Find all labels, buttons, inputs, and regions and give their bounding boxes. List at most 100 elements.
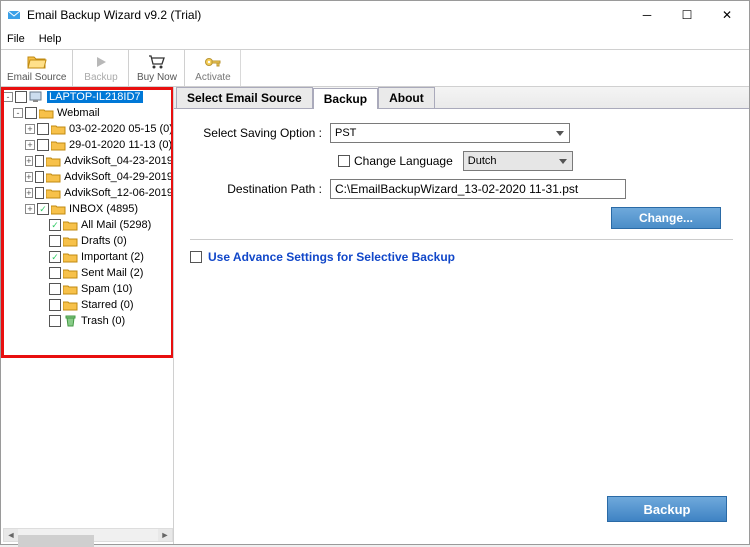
advance-settings-checkbox[interactable] bbox=[190, 251, 202, 263]
checkbox[interactable] bbox=[49, 283, 61, 295]
tree-label: Drafts (0) bbox=[81, 235, 127, 247]
folder-tree-sidebar: - LAPTOP-IL218ID7 - Webmail +03-02-2020 … bbox=[1, 87, 174, 544]
menu-file[interactable]: File bbox=[7, 33, 25, 45]
tree-item[interactable]: +AdvikSoft_04-23-2019 bbox=[3, 153, 173, 169]
tree-item[interactable]: Important (2) bbox=[3, 249, 173, 265]
expand-icon[interactable]: + bbox=[25, 124, 35, 134]
tree-item[interactable]: +29-01-2020 11-13 (0) bbox=[3, 137, 173, 153]
folder-tree: - LAPTOP-IL218ID7 - Webmail +03-02-2020 … bbox=[1, 87, 173, 331]
minimize-button[interactable]: ─ bbox=[627, 3, 667, 27]
tree-item[interactable]: Sent Mail (2) bbox=[3, 265, 173, 281]
folder-icon bbox=[39, 107, 54, 119]
tree-label: 29-01-2020 11-13 (0) bbox=[69, 139, 172, 151]
backup-button[interactable]: Backup bbox=[607, 496, 727, 522]
destination-input[interactable] bbox=[330, 179, 626, 199]
checkbox[interactable] bbox=[49, 219, 61, 231]
checkbox[interactable] bbox=[35, 187, 44, 199]
spacer bbox=[37, 252, 47, 262]
expand-icon[interactable]: + bbox=[25, 156, 33, 166]
checkbox[interactable] bbox=[35, 171, 44, 183]
checkbox[interactable] bbox=[49, 251, 61, 263]
checkbox[interactable] bbox=[49, 235, 61, 247]
tree-item[interactable]: Starred (0) bbox=[3, 297, 173, 313]
folder-icon bbox=[46, 155, 61, 167]
toolbtn-email-source[interactable]: Email Source bbox=[1, 50, 73, 86]
spacer bbox=[37, 220, 47, 230]
spacer bbox=[37, 284, 47, 294]
tree-item[interactable]: +AdvikSoft_04-29-2019 bbox=[3, 169, 173, 185]
app-window: Email Backup Wizard v9.2 (Trial) ─ ☐ ✕ F… bbox=[0, 0, 750, 545]
titlebar: Email Backup Wizard v9.2 (Trial) ─ ☐ ✕ bbox=[1, 1, 749, 29]
saving-option-select[interactable]: PST bbox=[330, 123, 570, 143]
spacer bbox=[37, 268, 47, 278]
tree-label: Starred (0) bbox=[81, 299, 134, 311]
scroll-thumb[interactable] bbox=[18, 535, 94, 547]
change-language-label: Change Language bbox=[354, 154, 453, 168]
tab-about[interactable]: About bbox=[378, 87, 435, 108]
tree-item[interactable]: All Mail (5298) bbox=[3, 217, 173, 233]
folder-icon bbox=[63, 283, 78, 295]
collapse-icon[interactable]: - bbox=[3, 92, 13, 102]
toolbtn-label: Email Source bbox=[7, 72, 66, 83]
checkbox[interactable] bbox=[25, 107, 37, 119]
close-button[interactable]: ✕ bbox=[707, 3, 747, 27]
expand-icon[interactable]: + bbox=[25, 188, 33, 198]
tree-webmail[interactable]: - Webmail bbox=[3, 105, 173, 121]
toolbtn-backup[interactable]: Backup bbox=[73, 50, 129, 86]
expand-icon[interactable]: + bbox=[25, 204, 35, 214]
window-controls: ─ ☐ ✕ bbox=[627, 3, 747, 27]
checkbox[interactable] bbox=[37, 203, 49, 215]
folder-icon bbox=[51, 203, 66, 215]
row-change-btn: Change... bbox=[190, 203, 733, 229]
checkbox[interactable] bbox=[49, 299, 61, 311]
expand-icon[interactable]: + bbox=[25, 172, 33, 182]
toolbtn-buy-now[interactable]: Buy Now bbox=[129, 50, 185, 86]
folder-icon bbox=[46, 187, 61, 199]
checkbox[interactable] bbox=[49, 315, 61, 327]
tree-label: LAPTOP-IL218ID7 bbox=[47, 91, 143, 103]
toolbar: Email Source Backup Buy Now Activate bbox=[1, 49, 749, 87]
change-button[interactable]: Change... bbox=[611, 207, 721, 229]
toolbtn-label: Activate bbox=[195, 72, 231, 83]
row-change-language: Change Language Dutch bbox=[190, 151, 733, 171]
saving-option-label: Select Saving Option : bbox=[190, 126, 330, 140]
tab-strip: Select Email Source Backup About bbox=[174, 87, 749, 109]
folder-icon bbox=[63, 235, 78, 247]
tree-root[interactable]: - LAPTOP-IL218ID7 bbox=[3, 89, 173, 105]
tree-label: AdvikSoft_12-06-2019 bbox=[64, 187, 173, 199]
key-icon bbox=[204, 53, 222, 71]
tree-item[interactable]: Spam (10) bbox=[3, 281, 173, 297]
horizontal-scrollbar[interactable]: ◄ ► bbox=[3, 528, 173, 542]
folder-icon bbox=[46, 171, 61, 183]
backup-form: Select Saving Option : PST Change Langua… bbox=[174, 109, 749, 278]
tree-item[interactable]: +03-02-2020 05-15 (0) bbox=[3, 121, 173, 137]
language-select[interactable]: Dutch bbox=[463, 151, 573, 171]
body: - LAPTOP-IL218ID7 - Webmail +03-02-2020 … bbox=[1, 87, 749, 544]
cart-icon bbox=[148, 53, 166, 71]
row-saving-option: Select Saving Option : PST bbox=[190, 123, 733, 143]
checkbox[interactable] bbox=[35, 155, 44, 167]
change-language-checkbox[interactable] bbox=[338, 155, 350, 167]
tab-backup[interactable]: Backup bbox=[313, 88, 378, 109]
spacer bbox=[37, 236, 47, 246]
tree-item[interactable]: Trash (0) bbox=[3, 313, 173, 329]
scroll-left-arrow[interactable]: ◄ bbox=[4, 529, 18, 541]
tree-item[interactable]: Drafts (0) bbox=[3, 233, 173, 249]
checkbox[interactable] bbox=[15, 91, 27, 103]
collapse-icon[interactable]: - bbox=[13, 108, 23, 118]
tree-item[interactable]: + INBOX (4895) bbox=[3, 201, 173, 217]
checkbox[interactable] bbox=[37, 123, 49, 135]
maximize-button[interactable]: ☐ bbox=[667, 3, 707, 27]
expand-icon[interactable]: + bbox=[25, 140, 35, 150]
tab-select-email-source[interactable]: Select Email Source bbox=[176, 87, 313, 108]
checkbox[interactable] bbox=[37, 139, 49, 151]
tree-label: INBOX (4895) bbox=[69, 203, 138, 215]
scroll-right-arrow[interactable]: ► bbox=[158, 529, 172, 541]
menu-help[interactable]: Help bbox=[39, 33, 62, 45]
toolbtn-label: Buy Now bbox=[137, 72, 177, 83]
tree-item[interactable]: + AdvikSoft_12-06-2019 bbox=[3, 185, 173, 201]
toolbtn-activate[interactable]: Activate bbox=[185, 50, 241, 86]
tree-label: Spam (10) bbox=[81, 283, 132, 295]
spacer bbox=[37, 300, 47, 310]
checkbox[interactable] bbox=[49, 267, 61, 279]
